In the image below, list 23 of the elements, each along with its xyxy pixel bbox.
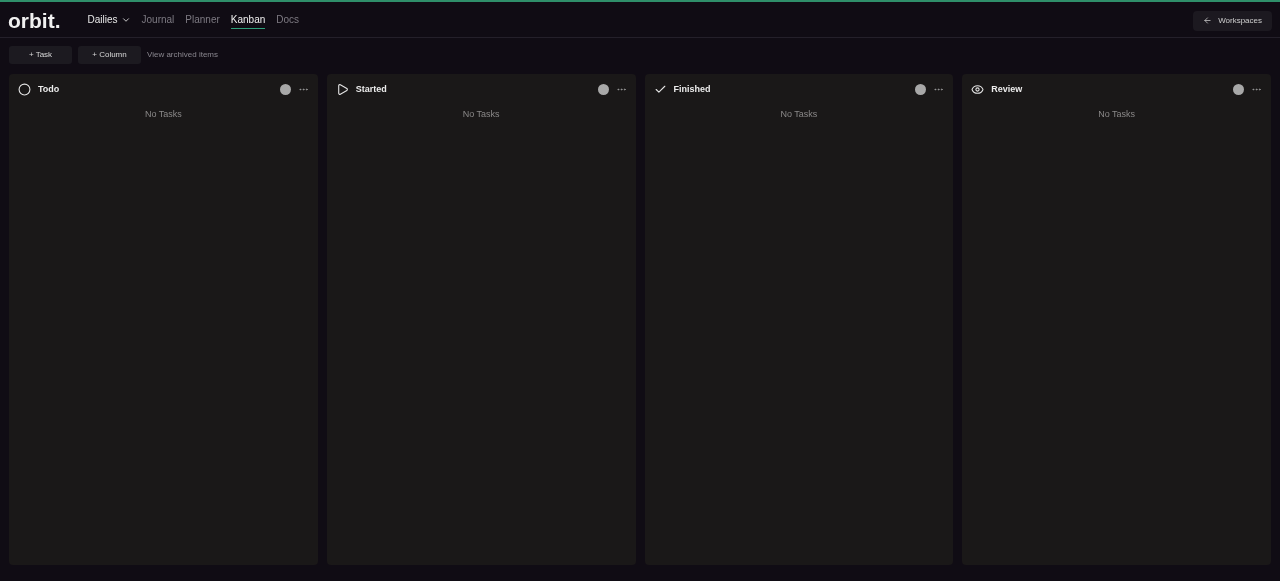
nav-link[interactable]: Kanban [230, 12, 266, 29]
workspaces-button[interactable]: Workspaces [1193, 10, 1272, 31]
nav-link[interactable]: Docs [276, 12, 300, 29]
empty-message: No Tasks [780, 108, 818, 121]
column-title: Todo [38, 82, 60, 96]
column-title: Finished [673, 82, 711, 96]
nav-link[interactable]: Planner [185, 12, 220, 29]
arrow-left-icon [1203, 16, 1213, 25]
circle-icon [18, 83, 31, 96]
empty-message: No Tasks [144, 108, 182, 121]
column-title: Started [355, 82, 387, 96]
empty-message: No Tasks [462, 108, 500, 121]
archived-link[interactable]: View archived items [147, 49, 218, 61]
dropdown-button[interactable]: Dailies [87, 12, 131, 29]
toolbar-button[interactable]: + Column [78, 46, 141, 64]
nav-link[interactable]: Journal [141, 12, 175, 29]
toolbar-button[interactable]: + Task [9, 46, 72, 64]
play-icon [335, 83, 349, 96]
column-title: Review [991, 82, 1023, 96]
logo: orbit. [8, 10, 61, 31]
empty-message: No Tasks [1098, 108, 1136, 121]
eye-icon [971, 83, 985, 96]
check-icon [653, 83, 667, 96]
